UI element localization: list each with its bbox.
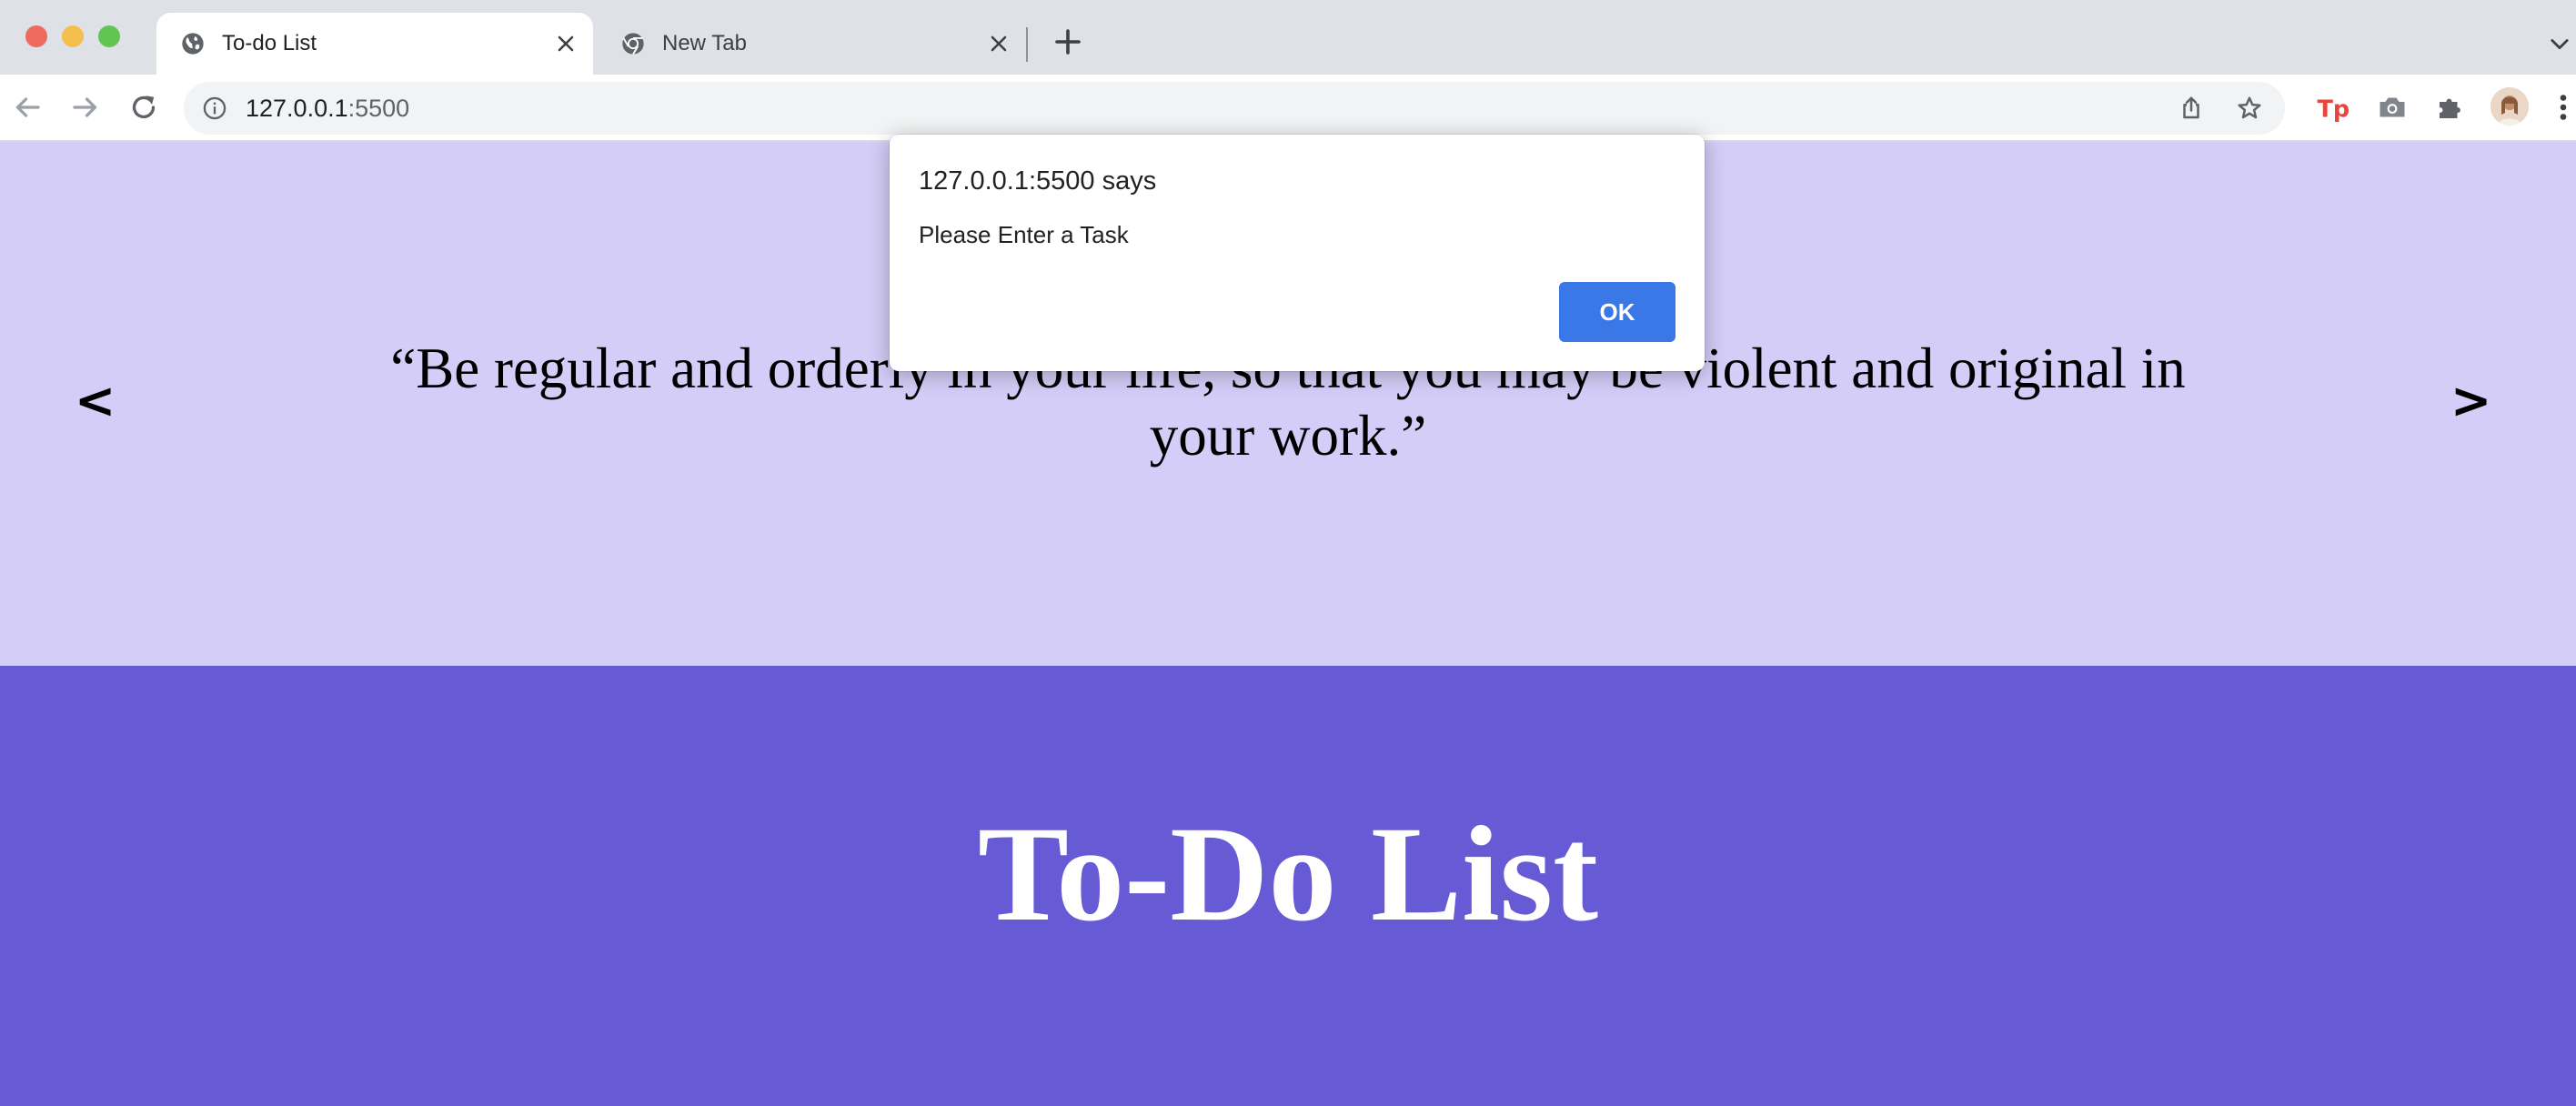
puzzle-icon[interactable] — [2434, 91, 2467, 124]
url-text[interactable]: 127.0.0.1:5500 — [246, 95, 409, 122]
info-icon[interactable] — [202, 96, 227, 121]
url-host: 127.0.0.1 — [246, 95, 348, 122]
close-tab-icon[interactable] — [553, 31, 579, 56]
zoom-window-button[interactable] — [98, 25, 120, 47]
tab-new-tab[interactable]: New Tab — [597, 13, 1026, 75]
previous-quote-button[interactable]: < — [75, 374, 116, 428]
alert-origin: 127.0.0.1:5500 says — [919, 166, 1157, 196]
minimize-window-button[interactable] — [62, 25, 84, 47]
browser-toolbar: 127.0.0.1:5500 — [0, 75, 2576, 142]
tab-title: To-do List — [222, 31, 317, 55]
chrome-icon — [622, 33, 644, 55]
forward-arrow-icon[interactable] — [69, 91, 102, 124]
alert-message: Please Enter a Task — [919, 221, 1129, 248]
tab-todo-list[interactable]: To-do List — [156, 13, 593, 75]
ok-button[interactable]: OK — [1559, 282, 1675, 342]
close-window-button[interactable] — [25, 25, 47, 47]
new-tab-plus-icon[interactable] — [1052, 25, 1084, 58]
tab-title: New Tab — [662, 31, 747, 55]
bookmark-star-icon[interactable] — [2236, 95, 2263, 122]
next-quote-button[interactable]: > — [2450, 374, 2491, 428]
camera-icon[interactable] — [2376, 91, 2409, 124]
chevron-down-icon[interactable] — [2547, 31, 2572, 56]
avatar-icon — [2490, 87, 2529, 126]
close-tab-icon[interactable] — [986, 31, 1011, 56]
back-arrow-icon[interactable] — [11, 91, 44, 124]
reload-icon[interactable] — [127, 91, 160, 124]
todo-section: To-Do List — [0, 666, 2576, 1106]
svg-text:Tp: Tp — [2318, 96, 2350, 124]
url-port: :5500 — [347, 95, 410, 122]
more-menu-icon[interactable] — [2554, 91, 2572, 124]
share-icon[interactable] — [2178, 95, 2205, 122]
tab-strip: To-do List New Tab — [0, 0, 2576, 75]
profile-avatar[interactable] — [2490, 87, 2529, 126]
alert-dialog: 127.0.0.1:5500 says Please Enter a Task … — [890, 135, 1705, 371]
page-title: To-Do List — [977, 799, 1599, 950]
tp-extension-icon[interactable]: Tp — [2316, 91, 2350, 124]
globe-icon — [182, 33, 204, 55]
address-bar[interactable]: 127.0.0.1:5500 — [184, 82, 2285, 135]
tab-separator — [1026, 27, 1028, 62]
